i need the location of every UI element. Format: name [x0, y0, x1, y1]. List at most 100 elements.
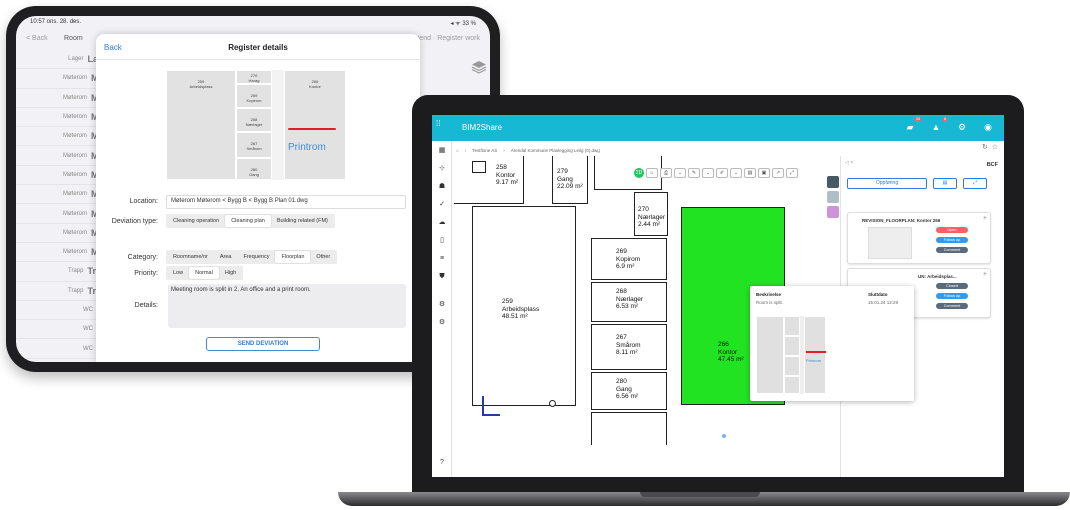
comment-pill[interactable]: Comment [936, 303, 968, 309]
room-number: 266 [718, 341, 729, 348]
canvas-toolbar: 2D ⌂ ⎙ ⌄ ✎ ⌄ ✐ ⌄ ▤ ▣ ↗ ⤢ [634, 168, 798, 178]
chat-badge: 24 [915, 117, 921, 122]
segment-option[interactable]: Frequency [237, 251, 275, 263]
chat-icon[interactable]: ▰ 24 [904, 117, 921, 133]
segment-option[interactable]: Other [310, 251, 336, 263]
comment-pill[interactable]: Comment [936, 247, 968, 253]
filter-button[interactable]: Oppføring [847, 178, 927, 189]
add-icon[interactable]: + [983, 271, 987, 278]
home-icon[interactable]: ⌂ [456, 148, 459, 153]
markup-icon[interactable]: ✐ [716, 168, 728, 178]
room-number: 280 [616, 378, 627, 385]
star-icon[interactable]: ☆ [992, 144, 998, 151]
segment-option[interactable]: Roomname/nr [167, 251, 214, 263]
send-deviation-button[interactable]: SEND DEVIATION [206, 337, 320, 351]
dashboard-icon[interactable]: ▦ [438, 147, 446, 155]
notification-bell-icon[interactable]: ▲ 6 [930, 117, 947, 133]
plan-room-267: 267 Smårom [236, 132, 272, 158]
category-label: Category: [127, 254, 158, 261]
room-name: Kontor [718, 348, 738, 356]
marketing-composite: 10:57 ons. 28. des. ◂ ᯤ 33 % < Back Room… [0, 0, 1070, 510]
dropdown-icon[interactable]: ⌄ [702, 168, 714, 178]
apps-grid-icon[interactable]: ⁞⁞ [436, 119, 452, 135]
info-tab-icon[interactable] [827, 191, 839, 203]
axis-y-marker [482, 396, 484, 416]
grid-icon[interactable]: ▤ [744, 168, 756, 178]
door-marker [549, 400, 556, 407]
camera-icon[interactable]: ▣ [758, 168, 770, 178]
room-lower [591, 412, 667, 445]
settings-gear-icon[interactable]: ⚙ [956, 121, 968, 133]
room-type: Møterom [63, 133, 87, 140]
room-area: 6.53 m² [616, 303, 639, 310]
room-area: 9.17 m² [496, 179, 519, 186]
list-view-button[interactable]: ▤ [933, 178, 957, 189]
room-type: Møterom [63, 210, 87, 217]
room-area: 22.09 m² [557, 183, 583, 190]
printrom-label: Printrom [288, 142, 326, 153]
layers-icon[interactable] [471, 60, 487, 74]
issue-thumbnail[interactable] [868, 227, 912, 259]
toggle-2d-icon[interactable]: 2D [634, 168, 644, 178]
dropdown-icon[interactable]: ⌄ [730, 168, 742, 178]
fullscreen-icon[interactable]: ⤢ [786, 168, 798, 178]
room-name: Arbeidsplass [502, 305, 540, 313]
due-date-value: 15.01.24 12:29 [868, 300, 899, 305]
room-279-label: 279 Gang 22.09 m² [557, 168, 583, 191]
shield-icon[interactable]: ⛊ [438, 273, 446, 281]
snapshot-split-line [806, 351, 826, 353]
layers-icon[interactable]: ≡ [438, 255, 446, 263]
room-type: Lager [68, 56, 84, 63]
tools-icon[interactable]: ⚙ [438, 319, 446, 327]
hierarchy-icon[interactable]: ⊹ [438, 165, 446, 173]
issue-card[interactable]: REVISION_FLOORPLAN: Kontor 266 + Open Fo… [847, 212, 991, 264]
segment-option[interactable]: High [219, 267, 242, 279]
settings-icon[interactable]: ⚙ [438, 301, 446, 309]
location-field[interactable]: Møterom Møterom < Bygg B < Bygg B Plan 0… [166, 195, 406, 209]
room-name: Nærlager [638, 213, 666, 221]
home-view-icon[interactable]: ⌂ [646, 168, 658, 178]
refresh-icon[interactable]: ↻ [982, 144, 988, 151]
segment-option[interactable]: Floorplan [275, 251, 311, 263]
segment-option[interactable]: Low [167, 267, 189, 279]
segment-option[interactable]: Building related (FM) [271, 215, 334, 227]
people-icon[interactable]: ☗ [438, 183, 446, 191]
pointer-icon[interactable]: ↗ [772, 168, 784, 178]
room-280-label: 280 Gang 6.56 m² [616, 378, 638, 401]
cloud-icon[interactable]: ☁ [438, 219, 446, 227]
status-open-pill[interactable]: Open [936, 227, 968, 233]
room-type: WC [83, 326, 93, 333]
segment-option[interactable]: Normal [189, 267, 219, 279]
add-icon[interactable]: + [983, 215, 987, 222]
follow-up-pill[interactable]: Follow up [936, 293, 968, 299]
axis-x-marker [482, 414, 500, 416]
priority-segmented: Low Normal High [166, 266, 244, 280]
segment-option[interactable]: Cleaning operation [167, 215, 225, 227]
laptop-screen: ⁞⁞ BIM2Share ▰ 24 ▲ 6 ⚙ ◉ ▦ ⊹ ☗ ✓ ☁ ▯ ≡ ⛊ … [432, 115, 1004, 477]
help-icon[interactable]: ? [438, 459, 446, 467]
nav-back-button[interactable]: < Back [26, 35, 48, 42]
check-icon[interactable]: ✓ [438, 201, 446, 209]
user-avatar-icon[interactable]: ◉ [982, 121, 994, 133]
breadcrumb-item[interactable]: Arendal Kommune Planlegging Leilg (0).dw… [511, 148, 600, 153]
edit-icon[interactable]: ✎ [688, 168, 700, 178]
status-closed-pill[interactable]: Closed [936, 283, 968, 289]
snapshot-room [784, 356, 800, 376]
category-segmented: Roomname/nr Area Frequency Floorplan Other [166, 250, 338, 264]
segment-option[interactable]: Area [214, 251, 238, 263]
room-type: Trapp [68, 268, 84, 275]
issue-title: REVISION_FLOORPLAN: Kontor 266 [862, 218, 941, 223]
document-icon[interactable]: ▯ [438, 237, 446, 245]
expand-button[interactable]: ⤢ [963, 178, 987, 189]
print-icon[interactable]: ⎙ [660, 168, 672, 178]
comment-tab-icon[interactable] [827, 176, 839, 188]
segment-option[interactable]: Cleaning plan [225, 215, 271, 227]
details-textarea[interactable]: Meeting room is split in 2. An office an… [168, 284, 406, 328]
follow-up-pill[interactable]: Follow up [936, 237, 968, 243]
list-tab-icon[interactable] [827, 206, 839, 218]
crumb-actions: ↻ ☆ [982, 143, 998, 151]
dropdown-icon[interactable]: ⌄ [674, 168, 686, 178]
panel-collapse-icon[interactable]: ◁ × [845, 160, 853, 166]
room-name: Gang [557, 175, 573, 183]
breadcrumb-item[interactable]: Testflone AS [472, 148, 497, 153]
